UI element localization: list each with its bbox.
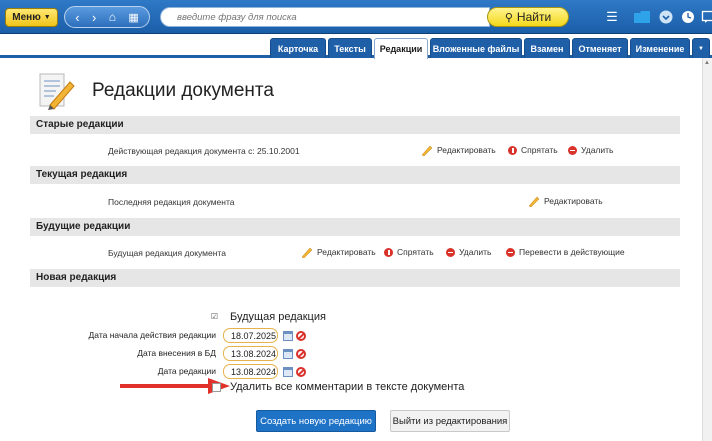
hide-icon [508, 145, 517, 155]
future-make-current-action[interactable]: Перевести в действующие [506, 247, 625, 257]
back-arrow-icon[interactable]: ‹ [75, 10, 79, 25]
tab-strip: Карточка Тексты Редакции Вложенные файлы… [0, 34, 712, 59]
db-date-label: Дата внесения в БД [137, 348, 216, 358]
home-icon[interactable]: ⌂ [109, 10, 116, 24]
grid-icon[interactable]: ▦ [128, 11, 138, 24]
search-icon: ⚲ [504, 11, 513, 24]
start-date-input[interactable] [223, 328, 278, 343]
hide-icon [384, 247, 393, 257]
chevron-down-icon: ▼ [43, 14, 51, 21]
scroll-up-arrow-icon[interactable]: ▲ [704, 60, 710, 66]
future-delete-action[interactable]: Удалить [446, 247, 491, 257]
menu-button[interactable]: Меню ▼ [5, 8, 58, 27]
search-input[interactable] [160, 7, 490, 27]
page-title: Редакции документа [92, 80, 274, 101]
editions-content: Редакции документа Старые редакции Дейст… [30, 58, 680, 441]
old-edit-label: Редактировать [437, 145, 496, 155]
future-edition-label: Будущая редакция [230, 311, 326, 323]
tab-editions[interactable]: Редакции [374, 38, 428, 59]
section-new-edition: Новая редакция [30, 269, 680, 287]
old-delete-action[interactable]: Удалить [568, 145, 613, 155]
tab-change[interactable]: Изменение [630, 38, 690, 58]
pencil-icon [301, 247, 313, 258]
current-edit-action[interactable]: Редактировать [528, 195, 603, 207]
chevron-circle-icon[interactable] [654, 7, 678, 27]
section-current-edition: Текущая редакция [30, 166, 680, 184]
current-edition-row-text: Последняя редакция документа [108, 197, 235, 207]
tab-card[interactable]: Карточка [270, 38, 326, 58]
tab-texts[interactable]: Тексты [328, 38, 372, 58]
chevron-down-icon: ▼ [698, 45, 704, 52]
forward-arrow-icon[interactable]: › [92, 10, 96, 25]
delete-icon [568, 145, 577, 155]
section-old-editions: Старые редакции [30, 116, 680, 134]
document-edit-icon [36, 72, 76, 110]
future-edition-checkbox[interactable]: ☑ [210, 313, 219, 322]
future-make-current-label: Перевести в действующие [519, 247, 625, 257]
make-current-icon [506, 247, 515, 257]
clear-icon[interactable] [296, 349, 306, 359]
future-hide-label: Спрятать [397, 247, 434, 257]
edition-date-label: Дата редакции [157, 366, 216, 376]
old-hide-label: Спрятать [521, 145, 558, 155]
future-edition-row-text: Будущая редакция документа [108, 248, 226, 258]
section-future-editions: Будущие редакции [30, 218, 680, 236]
create-new-edition-button[interactable]: Создать новую редакцию [256, 410, 376, 432]
calendar-icon[interactable] [283, 349, 293, 359]
clear-icon[interactable] [296, 367, 306, 377]
comment-icon[interactable] [696, 7, 712, 27]
tab-instead[interactable]: Взамен [524, 38, 570, 58]
tab-attached-files[interactable]: Вложенные файлы [430, 38, 522, 58]
calendar-icon[interactable] [283, 331, 293, 341]
find-label: Найти [516, 10, 552, 24]
db-date-input[interactable] [223, 346, 278, 361]
edition-date-input[interactable] [223, 364, 278, 379]
future-edit-label: Редактировать [317, 247, 376, 257]
delete-comments-label: Удалить все комментарии в тексте докумен… [230, 381, 465, 393]
menu-label: Меню [12, 12, 41, 23]
current-edit-label: Редактировать [544, 196, 603, 206]
find-button[interactable]: ⚲ Найти [487, 7, 569, 27]
clear-icon[interactable] [296, 331, 306, 341]
tabs-more-button[interactable]: ▼ [692, 38, 710, 58]
start-date-label: Дата начала действия редакции [88, 330, 216, 340]
delete-comments-checkbox[interactable] [212, 383, 221, 392]
delete-icon [446, 247, 455, 257]
old-hide-action[interactable]: Спрятать [508, 145, 558, 155]
future-delete-label: Удалить [459, 247, 492, 257]
exit-editing-button[interactable]: Выйти из редактирования [390, 410, 510, 432]
future-edit-action[interactable]: Редактировать [301, 246, 376, 258]
old-edition-row-text: Действующая редакция документа с: 25.10.… [108, 146, 300, 156]
pencil-icon [421, 145, 433, 156]
calendar-icon[interactable] [283, 367, 293, 377]
folder-icon[interactable] [630, 7, 654, 27]
tab-cancels[interactable]: Отменяет [572, 38, 628, 58]
top-toolbar: Меню ▼ ‹ › ⌂ ▦ ⚲ Найти ☰ [0, 0, 712, 34]
old-delete-label: Удалить [581, 145, 614, 155]
navigation-group: ‹ › ⌂ ▦ [64, 6, 150, 28]
old-edit-action[interactable]: Редактировать [421, 144, 496, 156]
pencil-icon [528, 196, 540, 207]
vertical-scrollbar[interactable]: ▲ [702, 58, 712, 441]
future-hide-action[interactable]: Спрятать [384, 247, 434, 257]
hamburger-menu-icon[interactable]: ☰ [600, 7, 624, 27]
